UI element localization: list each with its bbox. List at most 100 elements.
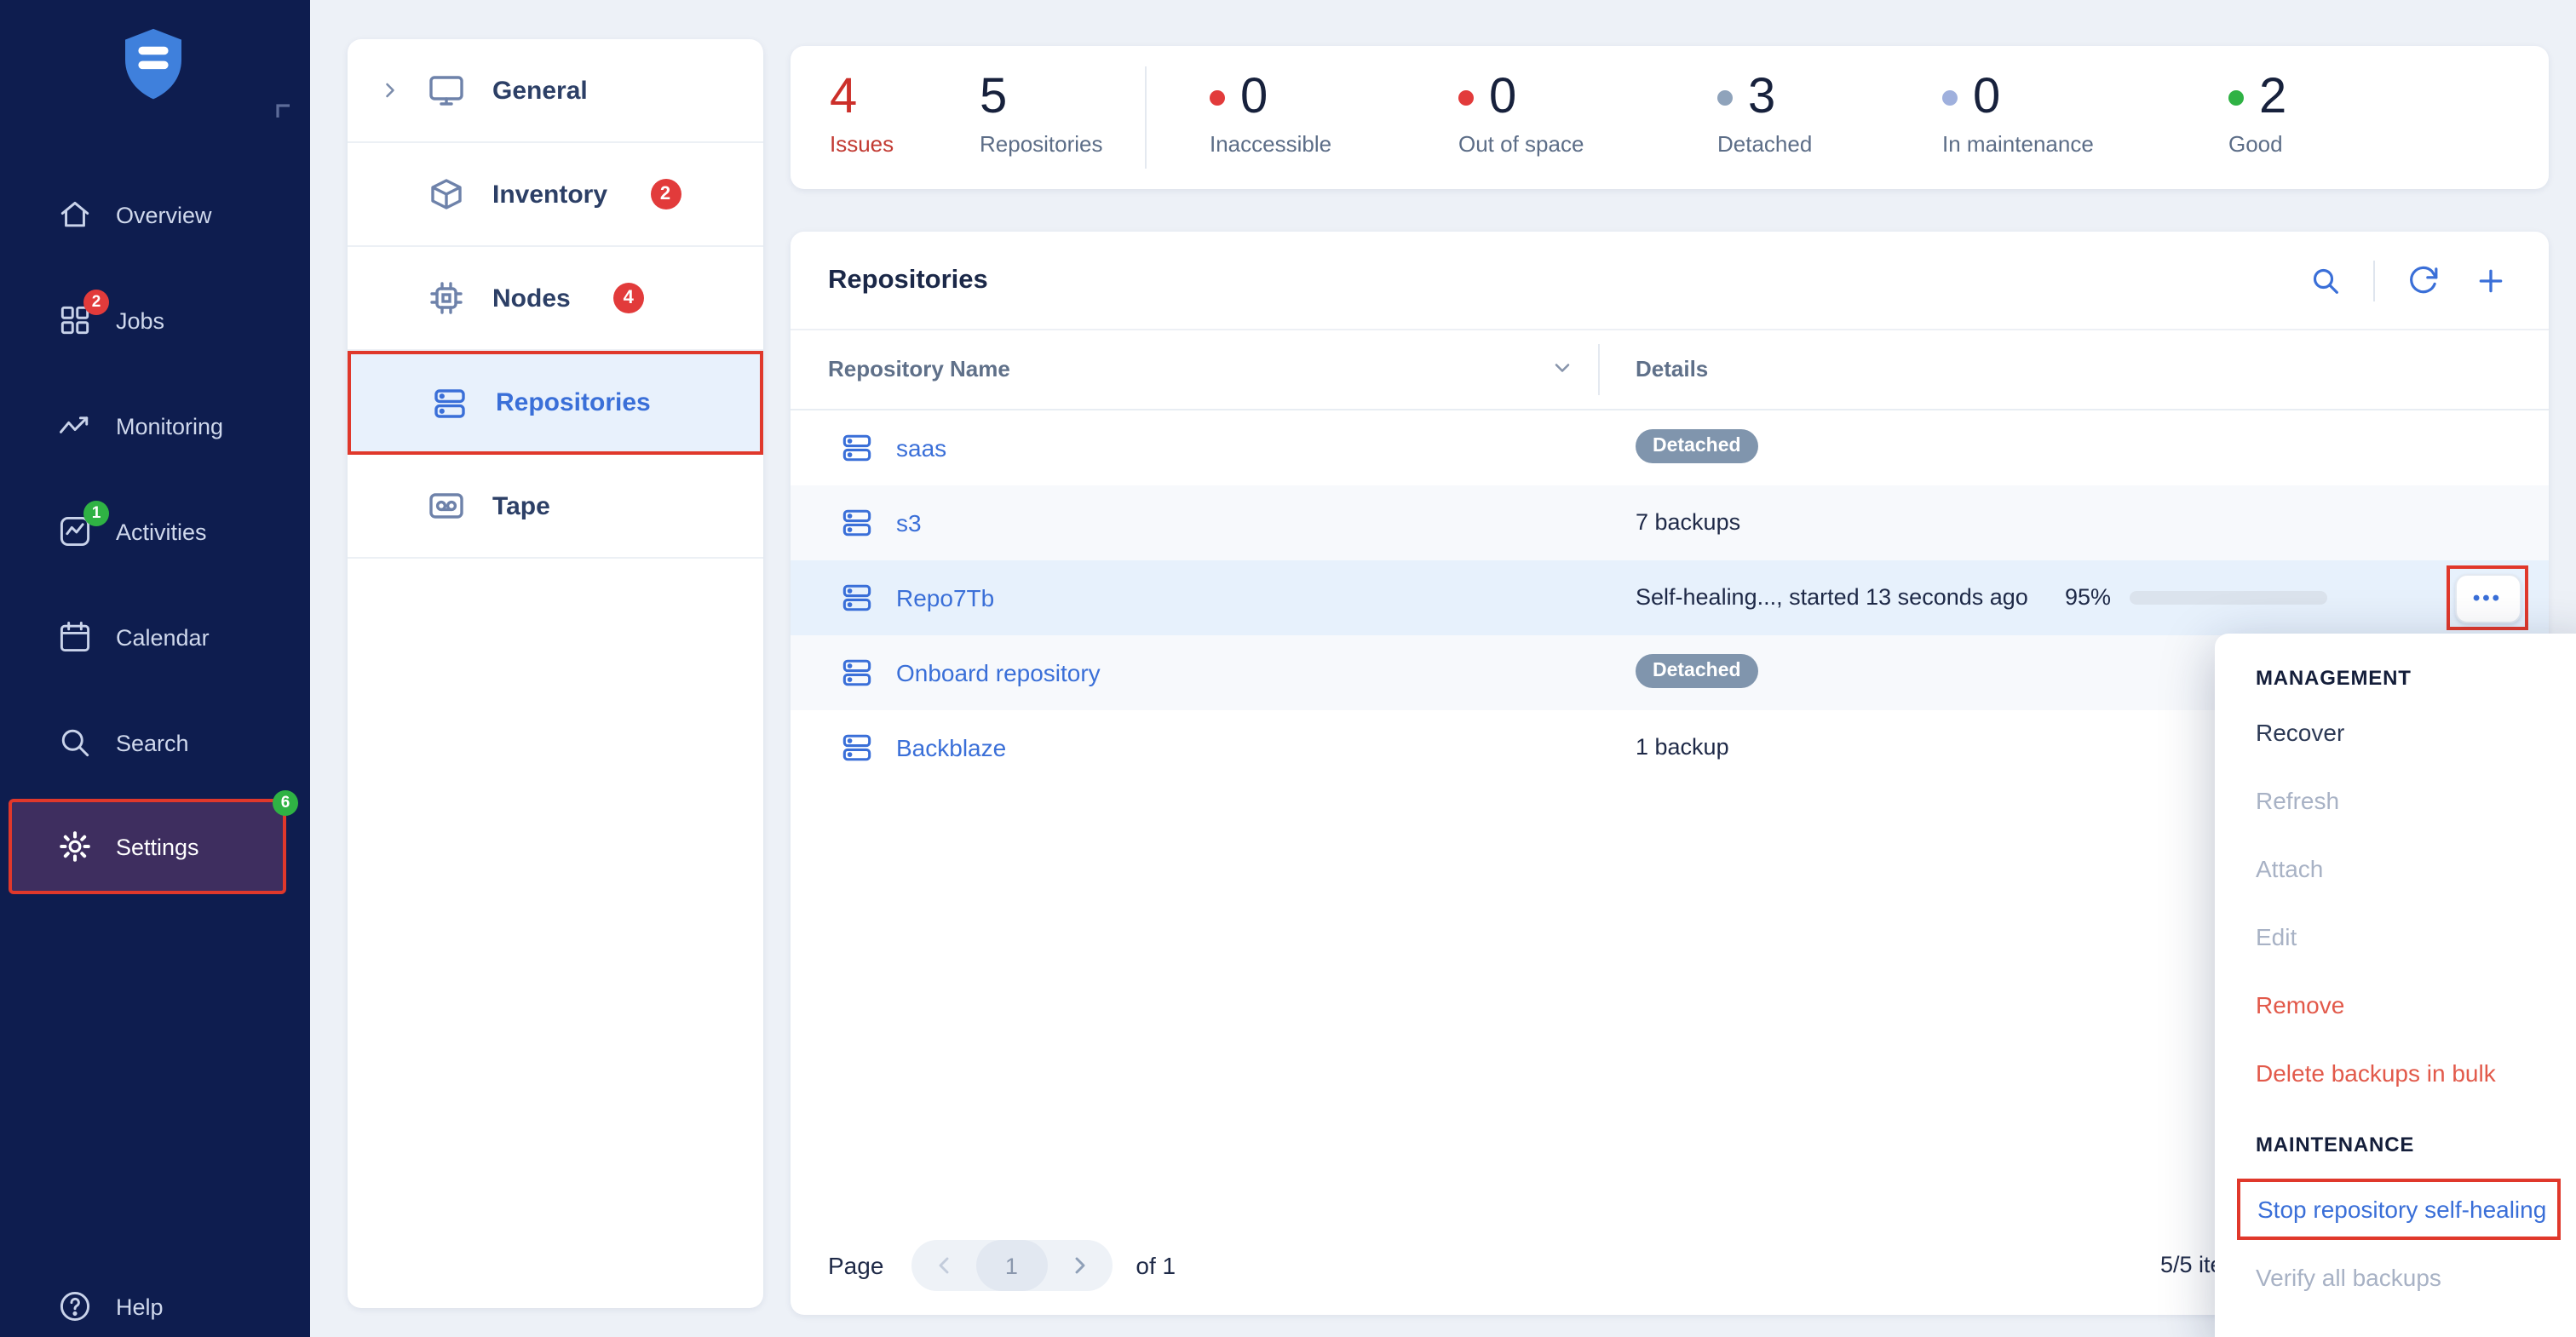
repository-name-link[interactable]: Repo7Tb xyxy=(896,584,994,611)
annotation-box xyxy=(2447,565,2528,630)
search-icon[interactable] xyxy=(2305,260,2346,301)
settings-item-label: Nodes xyxy=(492,284,571,313)
column-repository-name[interactable]: Repository Name xyxy=(828,356,1010,382)
menu-section-management: MANAGEMENT xyxy=(2256,657,2576,698)
sidebar-item-label: Monitoring xyxy=(116,413,223,439)
status-label: Detached xyxy=(1717,131,1812,157)
settings-submenu: General Inventory 2 Nodes 4 Repositories xyxy=(348,39,763,1308)
gear-icon: 6 xyxy=(56,828,94,865)
repository-icon xyxy=(838,579,876,617)
settings-item-general[interactable]: General xyxy=(348,39,763,143)
sidebar-item-help[interactable]: Help xyxy=(0,1269,310,1337)
page-number-input[interactable]: 1 xyxy=(975,1240,1047,1291)
previous-page-button[interactable] xyxy=(911,1240,975,1291)
row-actions-ellipsis-button[interactable] xyxy=(2454,573,2521,623)
status-dot xyxy=(1210,89,1225,105)
settings-item-tape[interactable]: Tape xyxy=(348,455,763,559)
settings-item-label: Tape xyxy=(492,491,550,520)
sidebar: Overview 2 Jobs Monitoring 1 Activities xyxy=(0,0,310,1337)
menu-item-stop-repository-self-healing[interactable]: Stop repository self-healing xyxy=(2237,1179,2561,1240)
settings-item-inventory[interactable]: Inventory 2 xyxy=(348,143,763,247)
sidebar-item-calendar[interactable]: Calendar xyxy=(0,600,310,674)
add-repository-icon[interactable] xyxy=(2470,260,2511,301)
settings-item-repositories[interactable]: Repositories xyxy=(348,351,763,455)
page-of-label: of 1 xyxy=(1136,1252,1176,1279)
settings-badge: 6 xyxy=(273,790,298,816)
sidebar-item-label: Search xyxy=(116,730,189,755)
sidebar-item-label: Jobs xyxy=(116,307,164,333)
inventory-badge: 2 xyxy=(650,179,681,209)
status-dot xyxy=(1942,89,1958,105)
table-row-selected[interactable]: Repo7Tb Self-healing..., started 13 seco… xyxy=(791,560,2549,635)
stat-out-of-space: 0 Out of space xyxy=(1458,68,1584,157)
stat-detached: 3 Detached xyxy=(1717,68,1812,157)
repository-name-link[interactable]: saas xyxy=(896,434,946,462)
repositories-panel-header: Repositories xyxy=(791,232,2549,330)
status-count: 3 xyxy=(1748,68,1775,126)
panel-title: Repositories xyxy=(828,265,988,296)
table-row[interactable]: s3 7 backups xyxy=(791,485,2549,560)
menu-item-recover[interactable]: Recover xyxy=(2256,698,2576,766)
chevron-right-icon[interactable] xyxy=(378,78,402,102)
toolbar-divider xyxy=(2373,260,2375,301)
sidebar-item-label: Overview xyxy=(116,202,212,227)
sidebar-item-monitoring[interactable]: Monitoring xyxy=(0,388,310,463)
settings-item-label: General xyxy=(492,76,588,105)
repository-context-menu: MANAGEMENT Recover Refresh Attach Edit R… xyxy=(2215,634,2576,1337)
sidebar-item-label: Activities xyxy=(116,519,207,544)
table-row[interactable]: saas Detached xyxy=(791,410,2549,485)
repository-icon xyxy=(838,429,876,467)
repository-detail: 1 backup xyxy=(1636,734,1729,760)
repository-name-link[interactable]: Onboard repository xyxy=(896,659,1101,686)
menu-section-maintenance: MAINTENANCE xyxy=(2256,1124,2576,1165)
settings-item-nodes[interactable]: Nodes 4 xyxy=(348,247,763,351)
sidebar-item-activities[interactable]: 1 Activities xyxy=(0,494,310,569)
sidebar-item-settings[interactable]: 6 Settings xyxy=(9,799,286,894)
app-logo-shield-icon xyxy=(116,24,191,106)
app-window: Overview 2 Jobs Monitoring 1 Activities xyxy=(0,0,2576,1337)
stat-repositories: 5 Repositories xyxy=(980,68,1103,157)
sidebar-item-jobs[interactable]: 2 Jobs xyxy=(0,283,310,358)
menu-item-edit: Edit xyxy=(2256,903,2576,971)
status-label: Out of space xyxy=(1458,131,1584,157)
activities-icon: 1 xyxy=(56,513,94,550)
menu-item-verify-all-backups: Verify all backups xyxy=(2256,1243,2576,1311)
menu-item-remove[interactable]: Remove xyxy=(2256,971,2576,1039)
stat-in-maintenance: 0 In maintenance xyxy=(1942,68,2094,157)
status-dot xyxy=(2228,89,2244,105)
jobs-icon: 2 xyxy=(56,301,94,339)
chevron-down-icon[interactable] xyxy=(1550,356,1574,380)
next-page-button[interactable] xyxy=(1047,1240,1112,1291)
refresh-icon[interactable] xyxy=(2402,260,2443,301)
status-count: 0 xyxy=(1489,68,1516,126)
repositories-icon xyxy=(429,382,470,423)
sidebar-item-overview[interactable]: Overview xyxy=(0,177,310,252)
repository-name-link[interactable]: s3 xyxy=(896,509,922,537)
menu-item-attach: Attach xyxy=(2256,835,2576,903)
status-count: 0 xyxy=(1973,68,2000,126)
column-divider xyxy=(1598,344,1600,395)
repositories-count: 5 xyxy=(980,68,1103,126)
sidebar-item-search[interactable]: Search xyxy=(0,705,310,780)
stat-issues: 4 Issues xyxy=(830,68,894,157)
progress-bar xyxy=(2130,591,2327,605)
menu-item-delete-backups-in-bulk[interactable]: Delete backups in bulk xyxy=(2256,1039,2576,1107)
status-label: In maintenance xyxy=(1942,131,2094,157)
status-label: Inaccessible xyxy=(1210,131,1331,157)
sidebar-item-label: Settings xyxy=(116,834,199,859)
settings-item-label: Repositories xyxy=(496,388,651,417)
status-label: Good xyxy=(2228,131,2286,157)
sidebar-collapse-icon[interactable] xyxy=(273,102,293,123)
jobs-badge: 2 xyxy=(83,290,109,315)
stats-divider xyxy=(1145,66,1147,169)
column-details: Details xyxy=(1636,356,1708,382)
pagination-control: 1 xyxy=(911,1240,1112,1291)
nodes-icon xyxy=(426,278,467,318)
inventory-icon xyxy=(426,174,467,215)
stat-good: 2 Good xyxy=(2228,68,2286,157)
repositories-label: Repositories xyxy=(980,131,1103,157)
repository-detail: 7 backups xyxy=(1636,509,1740,535)
repository-name-link[interactable]: Backblaze xyxy=(896,734,1006,761)
stat-inaccessible: 0 Inaccessible xyxy=(1210,68,1331,157)
activities-badge: 1 xyxy=(83,501,109,526)
